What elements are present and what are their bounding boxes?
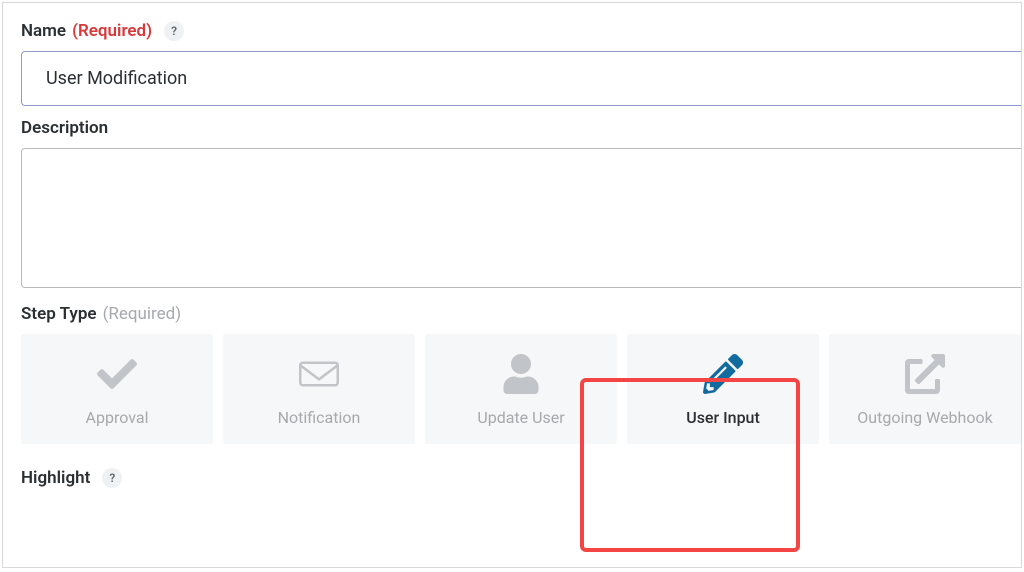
description-field-row: Description	[21, 118, 1021, 292]
step-card-approval[interactable]: Approval	[21, 334, 213, 444]
check-icon	[97, 354, 137, 394]
help-icon[interactable]: ?	[164, 21, 184, 41]
step-card-outgoing-webhook[interactable]: Outgoing Webhook	[829, 334, 1021, 444]
step-type-field-row: Step Type (Required) Approval Notificati…	[21, 304, 1021, 444]
highlight-field-row: Highlight ?	[21, 468, 1021, 488]
name-required-hint: (Required)	[72, 21, 152, 41]
highlight-label-line: Highlight ?	[21, 468, 1021, 488]
description-label-line: Description	[21, 118, 1021, 138]
name-label-line: Name (Required) ?	[21, 21, 1021, 41]
step-label-user-input: User Input	[686, 408, 760, 427]
form-container: Name (Required) ? Description Step Type …	[2, 2, 1022, 568]
step-label-outgoing-webhook: Outgoing Webhook	[857, 408, 992, 427]
name-field-row: Name (Required) ?	[21, 21, 1021, 106]
step-card-notification[interactable]: Notification	[223, 334, 415, 444]
highlight-label: Highlight	[21, 468, 90, 488]
step-label-approval: Approval	[86, 408, 149, 427]
step-card-user-input[interactable]: User Input	[627, 334, 819, 444]
help-icon[interactable]: ?	[102, 468, 122, 488]
step-type-options: Approval Notification Update User User I…	[21, 334, 1021, 444]
envelope-icon	[299, 354, 339, 394]
step-card-update-user[interactable]: Update User	[425, 334, 617, 444]
user-icon	[501, 354, 541, 394]
name-label: Name	[21, 21, 66, 41]
external-link-icon	[905, 354, 945, 394]
pencil-icon	[703, 354, 743, 394]
name-input[interactable]	[21, 51, 1021, 106]
step-label-update-user: Update User	[477, 408, 564, 427]
step-type-label-line: Step Type (Required)	[21, 304, 1021, 324]
description-label: Description	[21, 118, 108, 138]
description-input[interactable]	[21, 148, 1021, 288]
step-label-notification: Notification	[278, 408, 361, 427]
step-type-required-hint: (Required)	[103, 304, 182, 324]
step-type-label: Step Type	[21, 304, 97, 324]
